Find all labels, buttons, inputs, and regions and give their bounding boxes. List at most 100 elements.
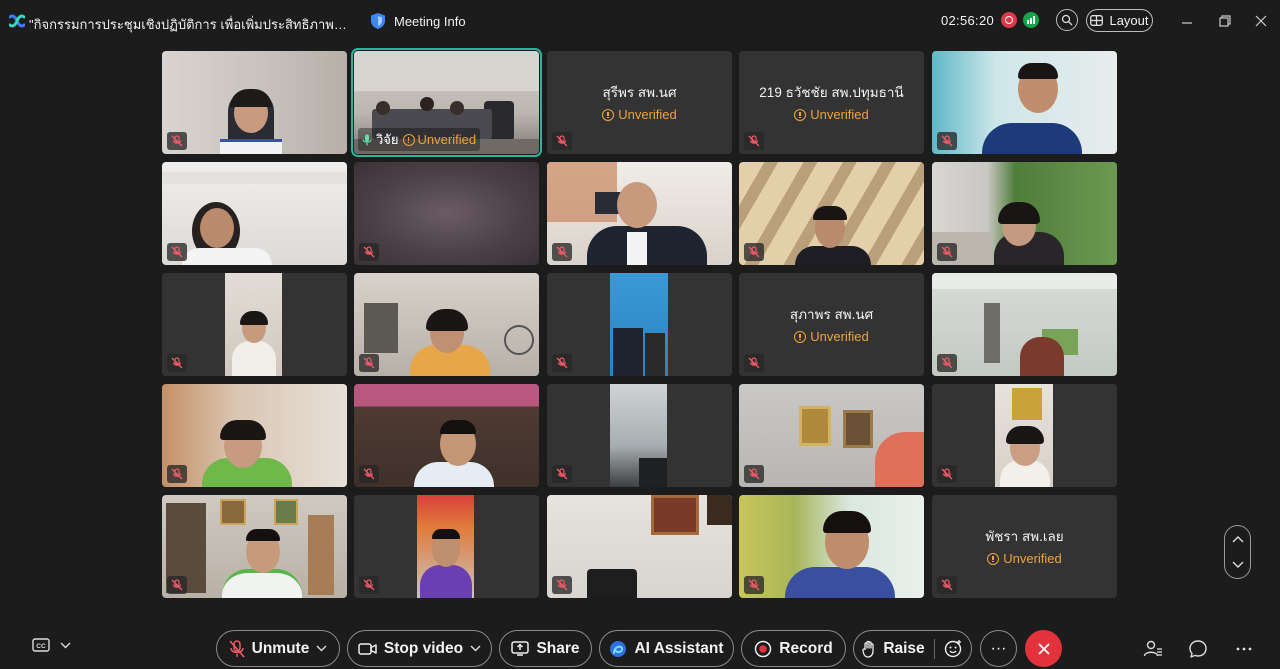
participant-tile[interactable]	[932, 51, 1117, 154]
participant-tile[interactable]	[739, 384, 924, 487]
muted-mic-icon	[744, 465, 764, 483]
muted-mic-icon	[552, 132, 572, 150]
muted-mic-icon	[937, 465, 957, 483]
stop-video-button[interactable]: Stop video	[347, 630, 492, 667]
chevron-down-icon[interactable]	[1232, 561, 1244, 569]
layout-grid-icon	[1090, 15, 1104, 26]
ai-assistant-button[interactable]: AI Assistant	[599, 630, 734, 667]
participant-video	[162, 384, 347, 487]
more-options-label: ···	[990, 639, 1007, 657]
participant-video	[932, 384, 1117, 487]
ai-assistant-icon	[610, 640, 627, 657]
muted-mic-icon	[937, 354, 957, 372]
unverified-badge: Unverified	[987, 551, 1062, 566]
participant-video	[162, 162, 347, 265]
more-options-button[interactable]: ···	[980, 630, 1017, 667]
muted-mic-icon	[167, 354, 187, 372]
participant-tile[interactable]	[739, 495, 924, 598]
microphone-icon	[362, 134, 372, 145]
participant-name: สุภาพร สพ.นศ	[789, 307, 874, 322]
participant-tile[interactable]	[932, 273, 1117, 376]
participant-tile[interactable]	[547, 273, 732, 376]
raise-hand-button[interactable]: Raise	[853, 630, 972, 667]
participant-video	[739, 384, 924, 487]
participant-tile-active-speaker[interactable]: วิจัย Unverified	[351, 48, 542, 157]
muted-mic-icon	[359, 354, 379, 372]
share-button[interactable]: Share	[499, 630, 592, 667]
participant-name: 219 ธวัชชัย สพ.ปทุมธานี	[759, 85, 904, 100]
participant-tile[interactable]: สุรีพร สพ.นศ Unverified	[547, 51, 732, 154]
participant-name: วิจัย	[376, 132, 399, 147]
participant-video	[932, 162, 1117, 265]
chat-button[interactable]	[1188, 639, 1208, 659]
warning-icon	[794, 330, 807, 343]
leave-meeting-button[interactable]	[1025, 630, 1062, 667]
webex-logo-icon	[9, 14, 25, 28]
participant-tile[interactable]	[354, 495, 539, 598]
participant-tile[interactable]	[547, 162, 732, 265]
active-speaker-label: วิจัย Unverified	[358, 128, 481, 151]
muted-mic-icon	[359, 243, 379, 261]
participant-tile[interactable]	[354, 273, 539, 376]
participant-tile[interactable]	[162, 273, 347, 376]
muted-mic-icon	[359, 465, 379, 483]
participant-video	[547, 273, 732, 376]
layout-button[interactable]: Layout	[1086, 9, 1153, 32]
unmute-label: Unmute	[251, 639, 310, 657]
participant-video	[932, 273, 1117, 376]
raise-label: Raise	[883, 639, 925, 657]
zoom-button[interactable]	[1056, 9, 1078, 31]
muted-mic-icon	[229, 639, 245, 658]
network-stats-icon[interactable]	[1023, 12, 1039, 28]
meeting-timer: 02:56:20	[941, 13, 995, 28]
participant-video	[354, 273, 539, 376]
muted-mic-icon	[744, 243, 764, 261]
video-camera-icon	[358, 642, 377, 655]
chevron-down-icon	[60, 642, 71, 648]
restore-button[interactable]	[1216, 12, 1234, 30]
participants-button[interactable]	[1143, 639, 1163, 659]
meeting-info-button[interactable]: Meeting Info	[370, 10, 466, 32]
muted-mic-icon	[552, 354, 572, 372]
participant-video	[162, 273, 347, 376]
minimize-button[interactable]	[1178, 12, 1196, 30]
emoji-reaction-icon[interactable]	[944, 639, 963, 658]
unverified-badge: Unverified	[794, 329, 869, 344]
participant-placeholder: สุภาพร สพ.นศ Unverified	[739, 303, 924, 348]
participant-tile[interactable]	[354, 162, 539, 265]
muted-mic-icon	[167, 243, 187, 261]
muted-mic-icon	[167, 132, 187, 150]
participant-video	[739, 495, 924, 598]
participant-tile[interactable]	[162, 162, 347, 265]
participant-grid: วิจัย Unverified สุรีพร สพ.นศ Unverified…	[162, 48, 1117, 598]
participants-icon	[1143, 640, 1162, 657]
participant-tile[interactable]	[162, 495, 347, 598]
muted-mic-icon	[552, 465, 572, 483]
muted-mic-icon	[744, 576, 764, 594]
unmute-button[interactable]: Unmute	[216, 630, 340, 667]
participant-tile[interactable]	[547, 495, 732, 598]
participant-tile[interactable]	[162, 384, 347, 487]
chevron-down-icon[interactable]	[316, 645, 327, 652]
participant-tile[interactable]: 219 ธวัชชัย สพ.ปทุมธานี Unverified	[739, 51, 924, 154]
more-panels-button[interactable]	[1234, 639, 1254, 659]
participant-tile[interactable]	[932, 384, 1117, 487]
closed-captions-button[interactable]: CC	[32, 638, 71, 652]
participant-tile[interactable]	[932, 162, 1117, 265]
participant-video	[547, 495, 732, 598]
chevron-up-icon[interactable]	[1232, 535, 1244, 543]
close-window-button[interactable]	[1252, 12, 1270, 30]
participant-placeholder: พัชรา สพ.เลย Unverified	[932, 525, 1117, 570]
participant-tile[interactable]	[354, 384, 539, 487]
muted-mic-icon	[744, 132, 764, 150]
participant-tile[interactable]: สุภาพร สพ.นศ Unverified	[739, 273, 924, 376]
participant-tile[interactable]	[547, 384, 732, 487]
chevron-down-icon[interactable]	[470, 645, 481, 652]
participant-video	[162, 495, 347, 598]
record-button[interactable]: Record	[741, 630, 846, 667]
participant-tile[interactable]: พัชรา สพ.เลย Unverified	[932, 495, 1117, 598]
participant-tile[interactable]	[739, 162, 924, 265]
recording-indicator-icon[interactable]	[1001, 12, 1017, 28]
participant-tile[interactable]	[162, 51, 347, 154]
share-label: Share	[536, 639, 580, 657]
